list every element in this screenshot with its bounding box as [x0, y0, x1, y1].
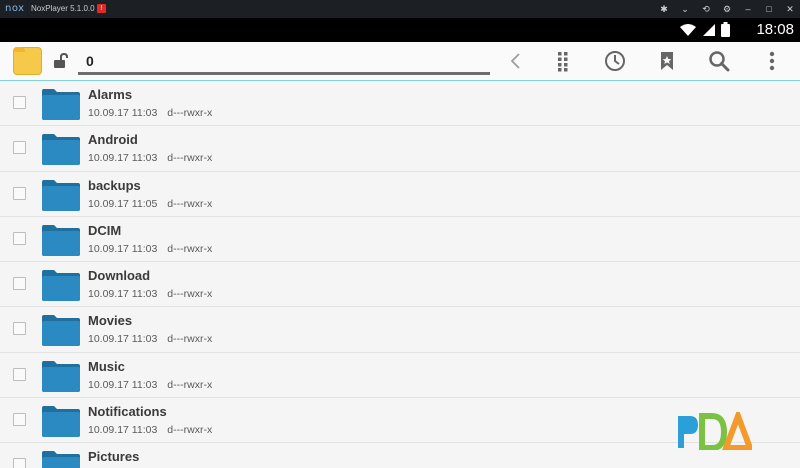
file-date: 10.09.17 11:03	[88, 107, 158, 119]
row-checkbox[interactable]	[13, 458, 26, 468]
list-item[interactable]: Android 10.09.17 11:03 d---rwxr-x	[0, 126, 800, 172]
sync-icon[interactable]: ⟲	[700, 2, 712, 16]
row-checkbox[interactable]	[13, 231, 26, 245]
row-checkbox[interactable]	[13, 413, 26, 427]
file-meta: 10.09.17 11:03 d---rwxr-x	[88, 424, 212, 436]
file-manager-toolbar: 0	[0, 42, 800, 82]
file-permissions: d---rwxr-x	[167, 107, 213, 119]
folder-icon	[42, 179, 80, 211]
file-meta: 10.09.17 11:03 d---rwxr-x	[88, 379, 212, 391]
maximize-icon[interactable]: □	[763, 2, 775, 16]
row-checkbox[interactable]	[13, 277, 26, 291]
file-permissions: d---rwxr-x	[167, 242, 213, 255]
chevron-down-icon[interactable]: ⌄	[679, 2, 691, 16]
unlock-icon[interactable]	[52, 53, 70, 69]
battery-icon	[721, 22, 730, 37]
bookmark-icon[interactable]	[656, 50, 678, 72]
file-permissions: d---rwxr-x	[167, 378, 213, 391]
row-checkbox[interactable]	[13, 96, 26, 109]
path-text: 0	[86, 53, 94, 69]
alert-badge: !	[97, 4, 106, 13]
file-date: 10.09.17 11:03	[88, 152, 158, 165]
list-item[interactable]: Alarms 10.09.17 11:03 d---rwxr-x	[0, 81, 800, 127]
file-name: backups	[88, 177, 141, 193]
file-name: Movies	[88, 313, 133, 329]
folder-icon	[42, 360, 80, 392]
folder-icon	[42, 406, 80, 438]
emulator-titlebar: nox NoxPlayer 5.1.0.0 ! ✱ ⌄ ⟲ ⚙ – □ ✕	[0, 0, 800, 18]
window-controls: ✱ ⌄ ⟲ ⚙ – □ ✕	[658, 2, 796, 16]
file-date: 10.09.17 11:05	[88, 197, 158, 210]
file-list: Alarms 10.09.17 11:03 d---rwxr-x Android 10.…	[0, 81, 800, 468]
list-item[interactable]: DCIM 10.09.17 11:03 d---rwxr-x	[0, 216, 800, 263]
history-icon[interactable]	[604, 50, 626, 72]
nox-logo: nox	[5, 3, 25, 14]
file-name: Android	[88, 132, 138, 148]
file-date: 10.09.17 11:03	[88, 333, 158, 346]
file-date: 10.09.17 11:03	[88, 378, 158, 391]
file-permissions: d---rwxr-x	[167, 333, 213, 346]
file-meta: 10.09.17 11:03 d---rwxr-x	[88, 333, 212, 345]
window-title: NoxPlayer 5.1.0.0	[31, 4, 95, 13]
file-meta: 10.09.17 11:05 d---rwxr-x	[88, 198, 212, 210]
row-checkbox[interactable]	[13, 186, 26, 200]
folder-icon	[42, 315, 80, 347]
file-meta: 10.09.17 11:03 d---rwxr-x	[88, 107, 212, 119]
file-permissions: d---rwxr-x	[167, 424, 213, 437]
wifi-icon	[680, 23, 696, 36]
file-name: Pictures	[88, 449, 140, 465]
close-icon[interactable]: ✕	[784, 2, 796, 16]
path-field[interactable]: 0	[78, 52, 490, 75]
android-statusbar: 18:08	[0, 18, 800, 42]
pda-watermark-logo	[678, 412, 752, 450]
file-date: 10.09.17 11:03	[88, 242, 158, 255]
list-item[interactable]: Download 10.09.17 11:03 d---rwxr-x	[0, 262, 800, 308]
list-item[interactable]: Movies 10.09.17 11:03 d---rwxr-x	[0, 307, 800, 353]
file-meta: 10.09.17 11:03 d---rwxr-x	[88, 288, 212, 300]
overflow-menu-icon[interactable]	[761, 50, 783, 72]
file-name: Notifications	[88, 404, 167, 420]
file-name: DCIM	[88, 222, 122, 238]
list-item[interactable]: Music 10.09.17 11:03 d---rwxr-x	[0, 352, 800, 399]
folder-icon	[42, 134, 80, 166]
file-name: Download	[88, 268, 151, 284]
folder-icon[interactable]	[13, 47, 42, 75]
file-meta: 10.09.17 11:03 d---rwxr-x	[88, 152, 212, 164]
file-date: 10.09.17 11:03	[88, 288, 158, 301]
folder-icon	[42, 270, 80, 302]
file-permissions: d---rwxr-x	[167, 197, 213, 210]
gamepad-icon[interactable]: ✱	[658, 2, 670, 16]
folder-icon	[42, 89, 80, 120]
file-meta: 10.09.17 11:03 d---rwxr-x	[88, 243, 212, 255]
row-checkbox[interactable]	[13, 141, 26, 155]
search-icon[interactable]	[708, 50, 730, 72]
file-date: 10.09.17 11:03	[88, 424, 158, 437]
list-item[interactable]: backups 10.09.17 11:05 d---rwxr-x	[0, 171, 800, 217]
back-arrow-icon[interactable]	[505, 50, 527, 72]
file-permissions: d---rwxr-x	[167, 288, 213, 301]
gear-icon[interactable]: ⚙	[721, 2, 733, 16]
signal-icon	[703, 23, 715, 36]
minimize-icon[interactable]: –	[742, 2, 754, 16]
file-name: Alarms	[88, 87, 133, 102]
folder-icon	[42, 224, 80, 256]
row-checkbox[interactable]	[13, 322, 26, 336]
file-permissions: d---rwxr-x	[167, 152, 213, 165]
file-name: Music	[88, 358, 125, 374]
grid-icon[interactable]	[552, 50, 574, 72]
row-checkbox[interactable]	[13, 367, 26, 381]
folder-icon	[42, 451, 80, 468]
status-clock: 18:08	[756, 21, 794, 38]
status-icons	[679, 22, 730, 37]
